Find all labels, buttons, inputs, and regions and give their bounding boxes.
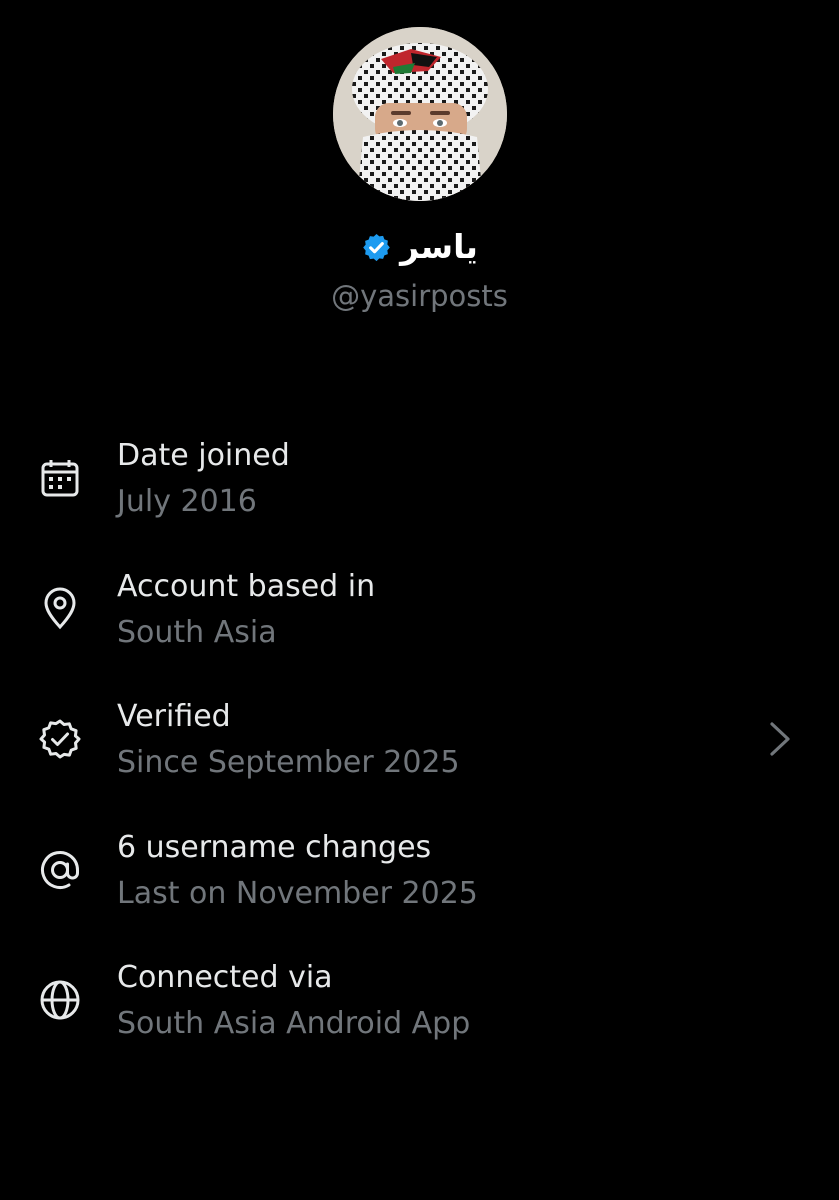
info-row-username-changes: 6 username changes Last on November 2025 [0,822,839,953]
profile-name-row: ياسر [0,222,839,272]
avatar-image [333,27,507,201]
info-subtitle: South Asia Android App [117,1006,471,1041]
info-title: Verified [117,699,231,734]
at-sign-icon [38,848,82,892]
info-title: 6 username changes [117,829,432,865]
globe-icon [38,978,82,1022]
info-subtitle: Last on November 2025 [117,875,478,911]
verified-outline-icon [38,717,82,761]
location-pin-icon [38,587,82,631]
info-subtitle: July 2016 [117,484,257,519]
info-title: Connected via [117,960,333,995]
info-title: Account based in [117,568,376,604]
info-row-account-based-in: Account based in South Asia [0,561,839,692]
info-row-verified[interactable]: Verified Since September 2025 [0,691,839,822]
calendar-icon [38,456,82,500]
chevron-right-icon[interactable] [760,719,800,759]
info-row-date-joined: Date joined July 2016 [0,430,839,561]
profile-avatar[interactable] [333,27,507,201]
info-subtitle: South Asia [117,614,277,650]
verified-badge-icon[interactable] [361,232,392,263]
info-subtitle: Since September 2025 [117,745,460,780]
about-account-list: Date joined July 2016 Account based in S… [0,430,839,1083]
display-name: ياسر [400,227,478,266]
username-handle: @yasirposts [331,279,508,313]
info-row-connected-via: Connected via South Asia Android App [0,952,839,1083]
info-title: Date joined [117,438,290,473]
